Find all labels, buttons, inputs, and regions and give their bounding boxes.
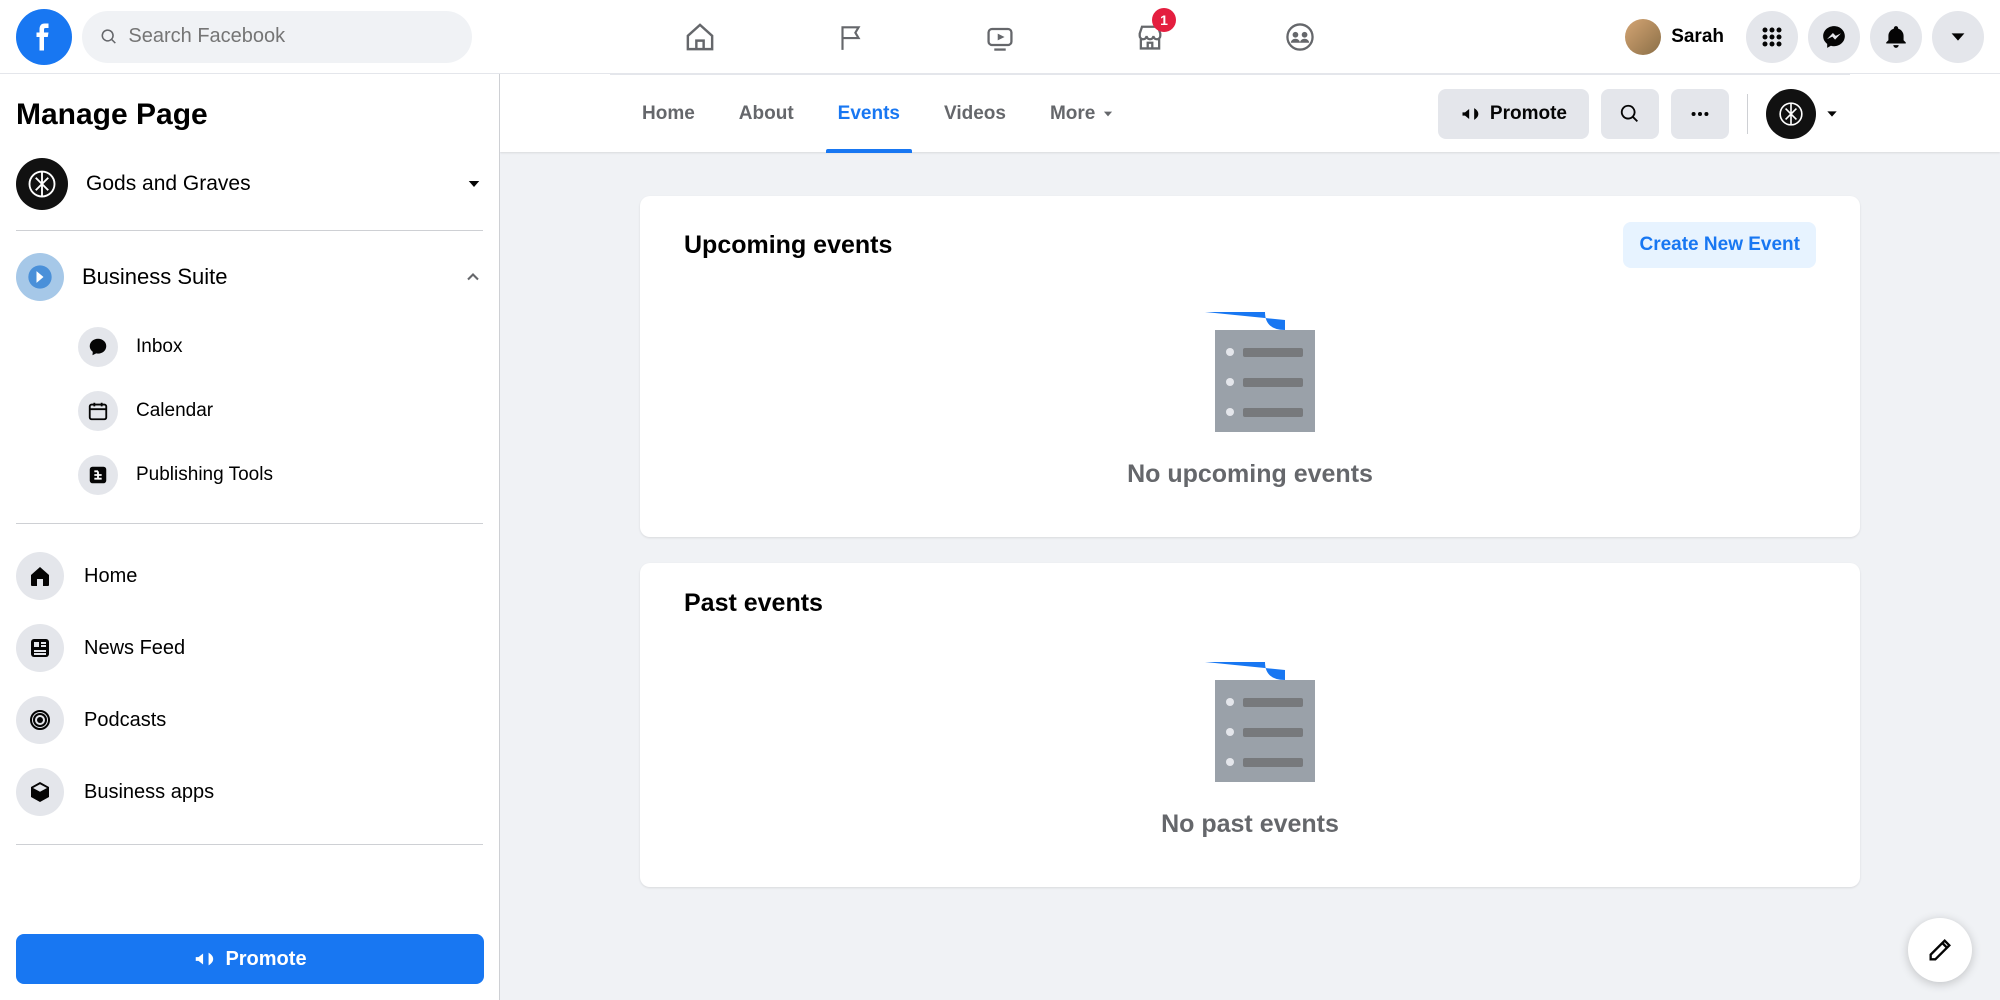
nav-pages[interactable] <box>780 2 920 72</box>
business-suite-toggle[interactable]: Business Suite <box>16 231 483 315</box>
upcoming-empty-msg: No upcoming events <box>1127 460 1373 489</box>
top-nav: 1 <box>630 2 1370 72</box>
facebook-logo[interactable] <box>16 9 72 65</box>
tab-videos[interactable]: Videos <box>922 75 1028 153</box>
nav-watch[interactable] <box>930 2 1070 72</box>
search-icon <box>1619 103 1641 125</box>
sidebar-item-newsfeed[interactable]: News Feed <box>16 612 483 684</box>
sidebar-item-label: Calendar <box>136 400 213 422</box>
top-right: Sarah <box>1621 11 1984 63</box>
sidebar-item-calendar[interactable]: Calendar <box>78 379 483 443</box>
sidebar-item-podcasts[interactable]: Podcasts <box>16 684 483 756</box>
home-icon <box>683 20 717 54</box>
page-more-button[interactable] <box>1671 89 1729 139</box>
promote-label: Promote <box>1490 103 1567 125</box>
search-icon <box>100 27 118 47</box>
grid-icon <box>1760 25 1784 49</box>
sidebar-item-label: Inbox <box>136 336 182 358</box>
marketplace-badge: 1 <box>1152 8 1176 32</box>
promote-label: Promote <box>225 948 306 971</box>
page-tabstrip: Home About Events Videos More Promote <box>500 74 2000 152</box>
past-events-card: Past events No past events <box>640 563 1860 887</box>
main-area: Home About Events Videos More Promote <box>500 74 2000 1000</box>
page-search-button[interactable] <box>1601 89 1659 139</box>
search-box[interactable] <box>82 11 472 63</box>
top-bar: 1 Sarah <box>0 0 2000 74</box>
tab-more-label: More <box>1050 103 1095 125</box>
bell-icon <box>1883 24 1909 50</box>
past-title: Past events <box>684 589 823 618</box>
nav-marketplace[interactable]: 1 <box>1080 2 1220 72</box>
caret-down-icon <box>1824 106 1840 122</box>
separator <box>1747 94 1748 134</box>
tab-home[interactable]: Home <box>620 75 717 153</box>
page-switcher[interactable] <box>1766 89 1840 139</box>
tab-events[interactable]: Events <box>816 75 922 153</box>
sidebar-item-home[interactable]: Home <box>16 540 483 612</box>
upcoming-events-card: Upcoming events Create New Event No upco… <box>640 196 1860 537</box>
notifications-button[interactable] <box>1870 11 1922 63</box>
business-suite-icon <box>16 253 64 301</box>
page-avatar-small <box>1766 89 1816 139</box>
tab-about[interactable]: About <box>717 75 816 153</box>
promote-button[interactable]: Promote <box>16 934 484 984</box>
suite-sub-items: Inbox Calendar Publishing Tools <box>16 315 483 507</box>
home-icon <box>16 552 64 600</box>
profile-name: Sarah <box>1671 26 1724 48</box>
edit-icon <box>1926 936 1954 964</box>
sidebar-item-publishing[interactable]: Publishing Tools <box>78 443 483 507</box>
megaphone-icon <box>193 948 215 970</box>
caret-down-icon <box>1101 107 1115 121</box>
sidebar-item-label: Home <box>84 565 137 588</box>
promote-footer: Promote <box>16 934 484 984</box>
sidebar: Manage Page Gods and Graves Business Sui… <box>0 74 500 1000</box>
tab-more[interactable]: More <box>1028 75 1137 153</box>
messenger-icon <box>1821 24 1847 50</box>
nav-groups[interactable] <box>1230 2 1370 72</box>
watch-icon <box>984 21 1016 53</box>
past-empty-msg: No past events <box>1161 810 1339 839</box>
page-selector[interactable]: Gods and Graves <box>16 150 483 231</box>
publishing-icon <box>78 455 118 495</box>
compose-fab[interactable] <box>1908 918 1972 982</box>
divider <box>16 844 483 845</box>
page-avatar <box>16 158 68 210</box>
caret-down-icon <box>465 175 483 193</box>
box-icon <box>16 768 64 816</box>
podcasts-icon <box>16 696 64 744</box>
search-input[interactable] <box>128 25 454 48</box>
content: Upcoming events Create New Event No upco… <box>630 152 1870 957</box>
dots-icon <box>1689 103 1711 125</box>
caret-down-icon <box>1947 26 1969 48</box>
calendar-icon <box>78 391 118 431</box>
flag-icon <box>835 22 865 52</box>
megaphone-icon <box>1460 104 1480 124</box>
sidebar-item-business-apps[interactable]: Business apps <box>16 756 483 828</box>
empty-events-icon <box>1185 312 1315 432</box>
sidebar-item-label: News Feed <box>84 637 185 660</box>
divider <box>16 523 483 524</box>
sidebar-item-inbox[interactable]: Inbox <box>78 315 483 379</box>
sidebar-title: Manage Page <box>16 90 483 150</box>
groups-icon <box>1284 21 1316 53</box>
inbox-icon <box>78 327 118 367</box>
chevron-up-icon <box>463 267 483 287</box>
empty-events-icon <box>1185 662 1315 782</box>
messenger-button[interactable] <box>1808 11 1860 63</box>
sidebar-item-label: Publishing Tools <box>136 464 273 486</box>
profile-chip[interactable]: Sarah <box>1621 15 1736 59</box>
sidebar-item-label: Business apps <box>84 781 214 804</box>
newsfeed-icon <box>16 624 64 672</box>
account-button[interactable] <box>1932 11 1984 63</box>
promote-button-top[interactable]: Promote <box>1438 89 1589 139</box>
sidebar-item-label: Podcasts <box>84 709 166 732</box>
upcoming-title: Upcoming events <box>684 231 892 260</box>
avatar <box>1625 19 1661 55</box>
nav-home[interactable] <box>630 2 770 72</box>
create-event-button[interactable]: Create New Event <box>1623 222 1816 268</box>
business-suite-label: Business Suite <box>82 264 228 290</box>
menu-button[interactable] <box>1746 11 1798 63</box>
page-name: Gods and Graves <box>86 172 251 196</box>
